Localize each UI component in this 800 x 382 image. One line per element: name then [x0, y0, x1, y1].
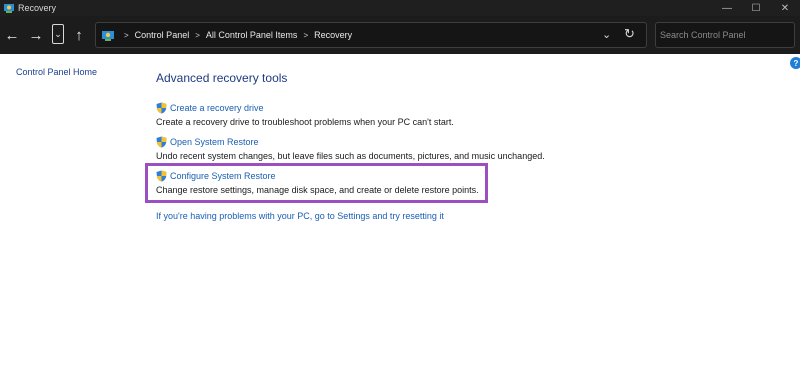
reset-pc-link[interactable]: If you're having problems with your PC, … — [156, 211, 444, 221]
control-panel-icon — [102, 31, 114, 41]
search-box[interactable] — [655, 22, 795, 48]
breadcrumb-recovery[interactable]: Recovery — [314, 30, 352, 40]
tool-description: Undo recent system changes, but leave fi… — [156, 151, 545, 161]
refresh-icon[interactable]: ↻ — [624, 26, 635, 42]
breadcrumb-separator: > — [303, 30, 309, 40]
tool-description: Create a recovery drive to troubleshoot … — [156, 117, 454, 127]
create-recovery-drive-link[interactable]: Create a recovery drive — [170, 103, 264, 113]
recovery-tool-item: Open System Restore Undo recent system c… — [156, 136, 545, 161]
maximize-button[interactable]: ☐ — [741, 0, 771, 16]
chevron-down-icon[interactable]: ⌄ — [602, 28, 611, 41]
up-arrow-icon[interactable]: ↑ — [69, 25, 89, 45]
recovery-tool-item: Create a recovery drive Create a recover… — [156, 102, 454, 127]
breadcrumb-control-panel[interactable]: Control Panel — [135, 30, 190, 40]
breadcrumb-separator: > — [124, 30, 129, 40]
recovery-app-icon — [4, 4, 14, 13]
title-bar: Recovery — ☐ ✕ — [0, 0, 800, 16]
open-system-restore-link[interactable]: Open System Restore — [170, 137, 259, 147]
breadcrumb-separator: > — [195, 30, 200, 40]
forward-arrow-icon[interactable]: → — [26, 25, 46, 45]
help-icon[interactable]: ? — [790, 57, 800, 69]
control-panel-home-link[interactable]: Control Panel Home — [16, 67, 97, 77]
address-bar[interactable]: > Control Panel > All Control Panel Item… — [95, 22, 647, 48]
uac-shield-icon — [156, 102, 167, 114]
page-title: Advanced recovery tools — [156, 71, 288, 85]
recent-locations-icon[interactable]: ⌄ — [52, 24, 64, 44]
breadcrumb-all-items[interactable]: All Control Panel Items — [206, 30, 298, 40]
search-input[interactable] — [660, 28, 790, 42]
back-arrow-icon[interactable]: ← — [2, 25, 22, 45]
highlight-box — [145, 163, 488, 203]
minimize-button[interactable]: — — [712, 0, 742, 16]
close-button[interactable]: ✕ — [770, 0, 800, 16]
breadcrumb: > Control Panel > All Control Panel Item… — [118, 30, 352, 40]
window-title: Recovery — [18, 3, 57, 13]
uac-shield-icon — [156, 136, 167, 148]
navigation-bar: ← → ⌄ ↑ > Control Panel > All Control Pa… — [0, 16, 800, 54]
